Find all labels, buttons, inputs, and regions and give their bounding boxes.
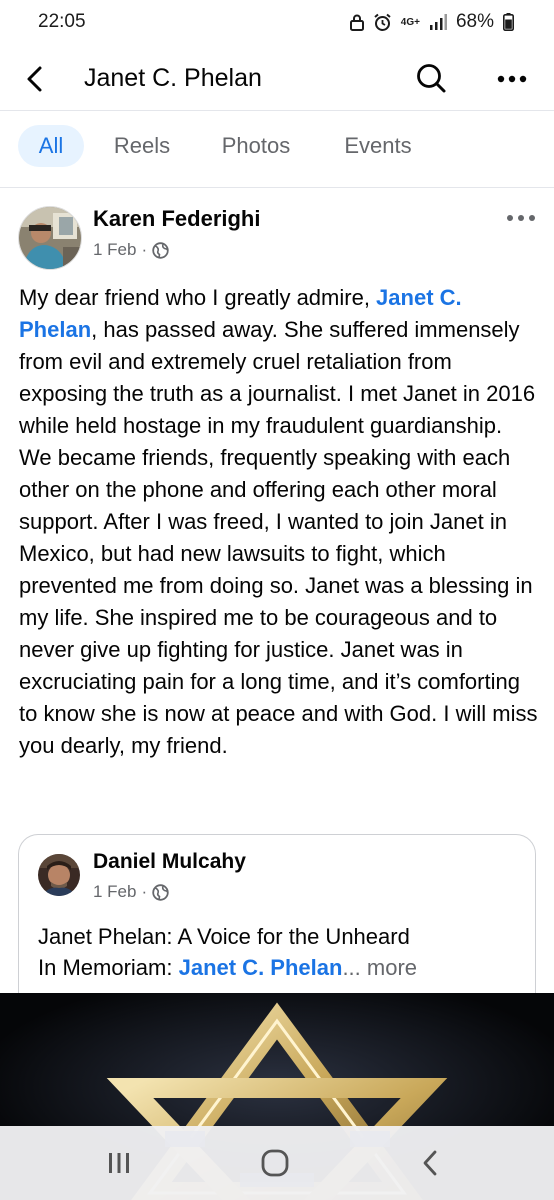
shared-post-line2: In Memoriam: Janet C. Phelan... more (38, 952, 518, 983)
app-header: Janet C. Phelan (0, 48, 554, 111)
system-navigation-bar (0, 1126, 554, 1200)
page-title: Janet C. Phelan (84, 64, 262, 92)
tab-events[interactable]: Events (326, 125, 430, 167)
post-text-intro: My dear friend who I greatly admire, (19, 285, 377, 310)
post-options-icon[interactable] (504, 208, 538, 228)
author-avatar[interactable] (18, 206, 82, 270)
battery-percent: 68% (455, 11, 494, 32)
avatar-photo (19, 207, 81, 269)
back-icon[interactable] (414, 1146, 448, 1180)
signal-icon (429, 13, 447, 30)
profile-tabs: All Reels Photos Events (0, 111, 554, 188)
network-type: 4G+ (400, 16, 420, 28)
home-icon[interactable] (258, 1146, 292, 1180)
shared-post-line1: Janet Phelan: A Voice for the Unheard (38, 924, 410, 949)
more-icon[interactable] (494, 62, 530, 96)
back-arrow-icon[interactable] (20, 62, 54, 96)
status-time: 22:05 (38, 11, 86, 32)
status-bar: 22:05 4G+ 68% (0, 0, 554, 48)
shared-post-author[interactable]: Daniel Mulcahy (93, 850, 246, 874)
tab-all[interactable]: All (18, 125, 84, 167)
tab-reels[interactable]: Reels (100, 125, 184, 167)
battery-icon (503, 13, 514, 31)
search-icon[interactable] (414, 61, 448, 95)
status-icons: 4G+ 68% (349, 11, 514, 33)
shared-meta-separator: · (141, 882, 148, 901)
tab-photos[interactable]: Photos (204, 125, 308, 167)
shared-post-meta: 1 Feb · (93, 882, 169, 902)
meta-separator: · (141, 240, 148, 259)
post-text-main: , has passed away. She suffered immensel… (19, 317, 538, 758)
post-meta: 1 Feb · (93, 240, 169, 260)
shared-post-line2-prefix: In Memoriam: (38, 955, 179, 980)
recent-apps-icon[interactable] (102, 1146, 136, 1180)
alarm-icon (374, 13, 391, 31)
shared-globe-icon (152, 883, 169, 901)
shared-post-date[interactable]: 1 Feb (93, 882, 136, 902)
globe-icon (152, 241, 169, 259)
shared-avatar-photo (38, 854, 80, 896)
post-date[interactable]: 1 Feb (93, 240, 136, 260)
lock-icon (349, 14, 364, 31)
see-more-link[interactable]: more (361, 955, 417, 980)
post-author[interactable]: Karen Federighi (93, 206, 260, 232)
ellipsis: ... (342, 955, 361, 980)
shared-post-text: Janet Phelan: A Voice for the Unheard In… (38, 921, 518, 983)
shared-mention-link[interactable]: Janet C. Phelan (179, 955, 343, 980)
shared-author-avatar[interactable] (38, 854, 80, 896)
post-text: My dear friend who I greatly admire, Jan… (19, 282, 539, 762)
